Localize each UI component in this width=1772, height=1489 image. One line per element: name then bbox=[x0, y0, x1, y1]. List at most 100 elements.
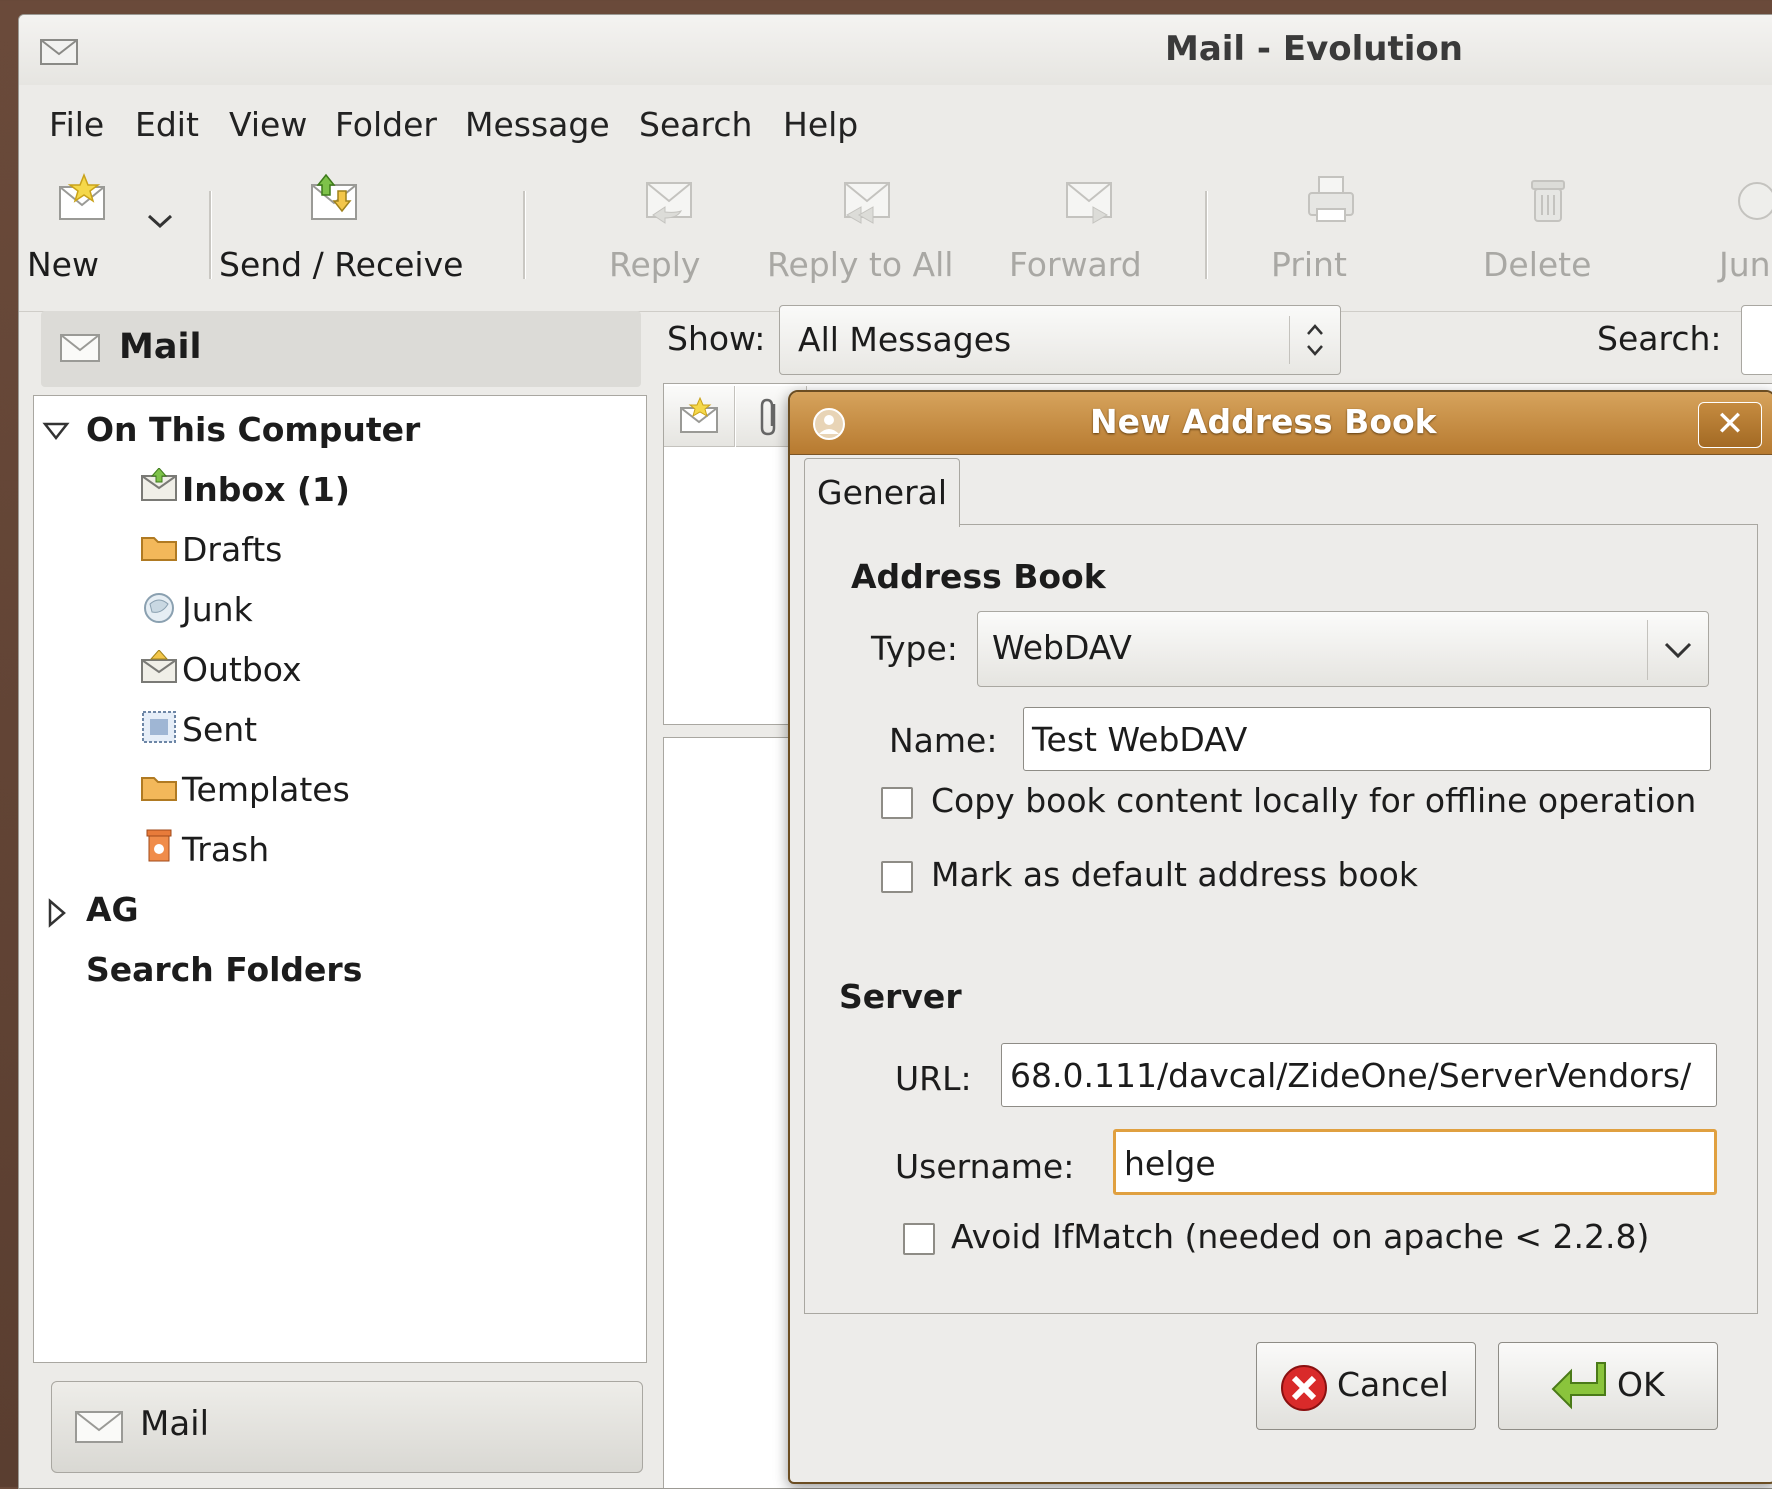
paperclip-icon bbox=[760, 398, 776, 436]
forward-icon bbox=[1066, 182, 1112, 224]
toolbar-separator bbox=[523, 191, 526, 279]
show-filter-select[interactable]: All Messages bbox=[779, 305, 1341, 375]
chevron-down-icon bbox=[1647, 620, 1692, 680]
search-input[interactable] bbox=[1741, 305, 1772, 375]
chevron-down-icon[interactable] bbox=[143, 209, 177, 233]
reply-label: Reply bbox=[609, 245, 701, 284]
send-receive-icon bbox=[311, 173, 357, 220]
url-value: 68.0.111/davcal/ZideOne/ServerVendors/ bbox=[1010, 1056, 1692, 1095]
username-field[interactable]: helge bbox=[1113, 1129, 1717, 1195]
send-receive-label: Send / Receive bbox=[219, 245, 464, 284]
username-label: Username: bbox=[895, 1147, 1075, 1186]
dialog-title: New Address Book bbox=[1090, 402, 1437, 441]
folder-junk[interactable]: Junk bbox=[182, 590, 253, 629]
folder-trash[interactable]: Trash bbox=[182, 830, 269, 869]
name-field[interactable]: Test WebDAV bbox=[1023, 707, 1711, 771]
general-tab-pane: Address Book Type: WebDAV Name: Test Web… bbox=[804, 524, 1758, 1314]
name-label: Name: bbox=[889, 721, 998, 760]
sent-icon bbox=[142, 711, 176, 743]
url-label: URL: bbox=[895, 1059, 972, 1098]
ok-button[interactable]: OK bbox=[1498, 1342, 1718, 1430]
junk-icon bbox=[1738, 182, 1772, 220]
group-ag[interactable]: AG bbox=[86, 890, 139, 929]
trash-icon bbox=[1531, 180, 1565, 222]
menu-folder[interactable]: Folder bbox=[335, 105, 437, 144]
address-book-icon bbox=[813, 408, 845, 440]
switcher-mail-button[interactable]: Mail bbox=[51, 1381, 643, 1473]
close-icon: ✕ bbox=[1715, 404, 1745, 444]
copy-offline-checkbox[interactable] bbox=[881, 787, 913, 819]
junk-button[interactable]: Jun bbox=[1719, 171, 1772, 284]
menu-search[interactable]: Search bbox=[639, 105, 752, 144]
type-value: WebDAV bbox=[992, 628, 1132, 667]
default-book-label[interactable]: Mark as default address book bbox=[931, 855, 1418, 894]
tab-general[interactable]: General bbox=[804, 458, 960, 527]
type-select[interactable]: WebDAV bbox=[977, 611, 1709, 687]
delete-button[interactable]: Delete bbox=[1483, 171, 1613, 284]
menu-view[interactable]: View bbox=[229, 105, 307, 144]
menu-help[interactable]: Help bbox=[783, 105, 858, 144]
section-server: Server bbox=[839, 977, 962, 1016]
junk-folder-icon bbox=[144, 593, 174, 623]
avoid-ifmatch-checkbox[interactable] bbox=[903, 1223, 935, 1255]
new-label: New bbox=[27, 245, 99, 284]
dialog-title-bar: New Address Book ✕ bbox=[790, 392, 1772, 455]
folder-sent[interactable]: Sent bbox=[182, 710, 257, 749]
switcher-mail-label: Mail bbox=[140, 1404, 210, 1444]
show-filter-value: All Messages bbox=[798, 320, 1012, 359]
default-book-checkbox[interactable] bbox=[881, 861, 913, 893]
section-address-book: Address Book bbox=[851, 557, 1106, 596]
folder-icon bbox=[141, 537, 177, 561]
menu-bar: File Edit View Folder Message Search Hel… bbox=[19, 95, 1772, 151]
reply-button[interactable]: Reply bbox=[609, 171, 729, 284]
reply-to-all-button[interactable]: Reply to All bbox=[767, 171, 967, 284]
send-receive-button[interactable]: Send / Receive bbox=[219, 171, 463, 284]
group-search-folders[interactable]: Search Folders bbox=[86, 950, 362, 989]
group-on-this-computer[interactable]: On This Computer bbox=[86, 410, 420, 449]
cancel-label: Cancel bbox=[1337, 1365, 1449, 1404]
reply-all-icon bbox=[844, 182, 890, 224]
print-button[interactable]: Print bbox=[1271, 171, 1391, 284]
mail-envelope-icon bbox=[75, 1411, 123, 1443]
avoid-ifmatch-label[interactable]: Avoid IfMatch (needed on apache < 2.2.8) bbox=[951, 1217, 1649, 1256]
print-label: Print bbox=[1271, 245, 1347, 284]
new-message-icon bbox=[59, 172, 105, 220]
expander-down-icon[interactable] bbox=[42, 420, 70, 442]
search-label: Search: bbox=[1597, 319, 1722, 358]
new-address-book-dialog: New Address Book ✕ General Address Book … bbox=[788, 390, 1772, 1484]
menu-message[interactable]: Message bbox=[465, 105, 610, 144]
spinner-arrows-icon bbox=[1289, 316, 1323, 364]
reply-icon bbox=[646, 182, 692, 224]
expander-right-icon[interactable] bbox=[46, 898, 68, 928]
toolbar: New Send / Receive Reply Reply to All Fo… bbox=[19, 161, 1772, 312]
username-value: helge bbox=[1124, 1144, 1216, 1183]
menu-edit[interactable]: Edit bbox=[135, 105, 199, 144]
url-field[interactable]: 68.0.111/davcal/ZideOne/ServerVendors/ bbox=[1001, 1043, 1717, 1107]
forward-button[interactable]: Forward bbox=[1009, 171, 1169, 284]
junk-label: Jun bbox=[1719, 245, 1771, 284]
folder-tree: On This Computer Inbox (1) Drafts Junk O… bbox=[33, 395, 647, 1363]
type-label: Type: bbox=[871, 629, 958, 668]
folder-templates[interactable]: Templates bbox=[182, 770, 350, 809]
sidebar-header: Mail bbox=[41, 311, 641, 387]
folder-drafts[interactable]: Drafts bbox=[182, 530, 282, 569]
menu-file[interactable]: File bbox=[49, 105, 104, 144]
cancel-icon bbox=[1281, 1365, 1327, 1411]
name-value: Test WebDAV bbox=[1032, 720, 1248, 759]
title-bar: Mail - Evolution bbox=[19, 15, 1772, 85]
window-title: Mail - Evolution bbox=[1165, 29, 1463, 69]
dialog-close-button[interactable]: ✕ bbox=[1698, 402, 1762, 448]
folder-icon bbox=[141, 777, 177, 801]
delete-label: Delete bbox=[1483, 245, 1592, 284]
copy-offline-label[interactable]: Copy book content locally for offline op… bbox=[931, 781, 1696, 820]
folder-inbox[interactable]: Inbox (1) bbox=[182, 470, 350, 509]
new-button[interactable]: New bbox=[27, 171, 137, 284]
column-status[interactable] bbox=[664, 386, 735, 447]
cancel-button[interactable]: Cancel bbox=[1256, 1342, 1476, 1430]
mail-envelope-icon bbox=[40, 39, 78, 65]
unread-envelope-icon bbox=[680, 396, 718, 433]
toolbar-separator bbox=[1205, 191, 1208, 279]
folder-outbox[interactable]: Outbox bbox=[182, 650, 301, 689]
tab-general-label: General bbox=[817, 473, 948, 512]
enter-arrow-icon bbox=[1551, 1362, 1606, 1410]
